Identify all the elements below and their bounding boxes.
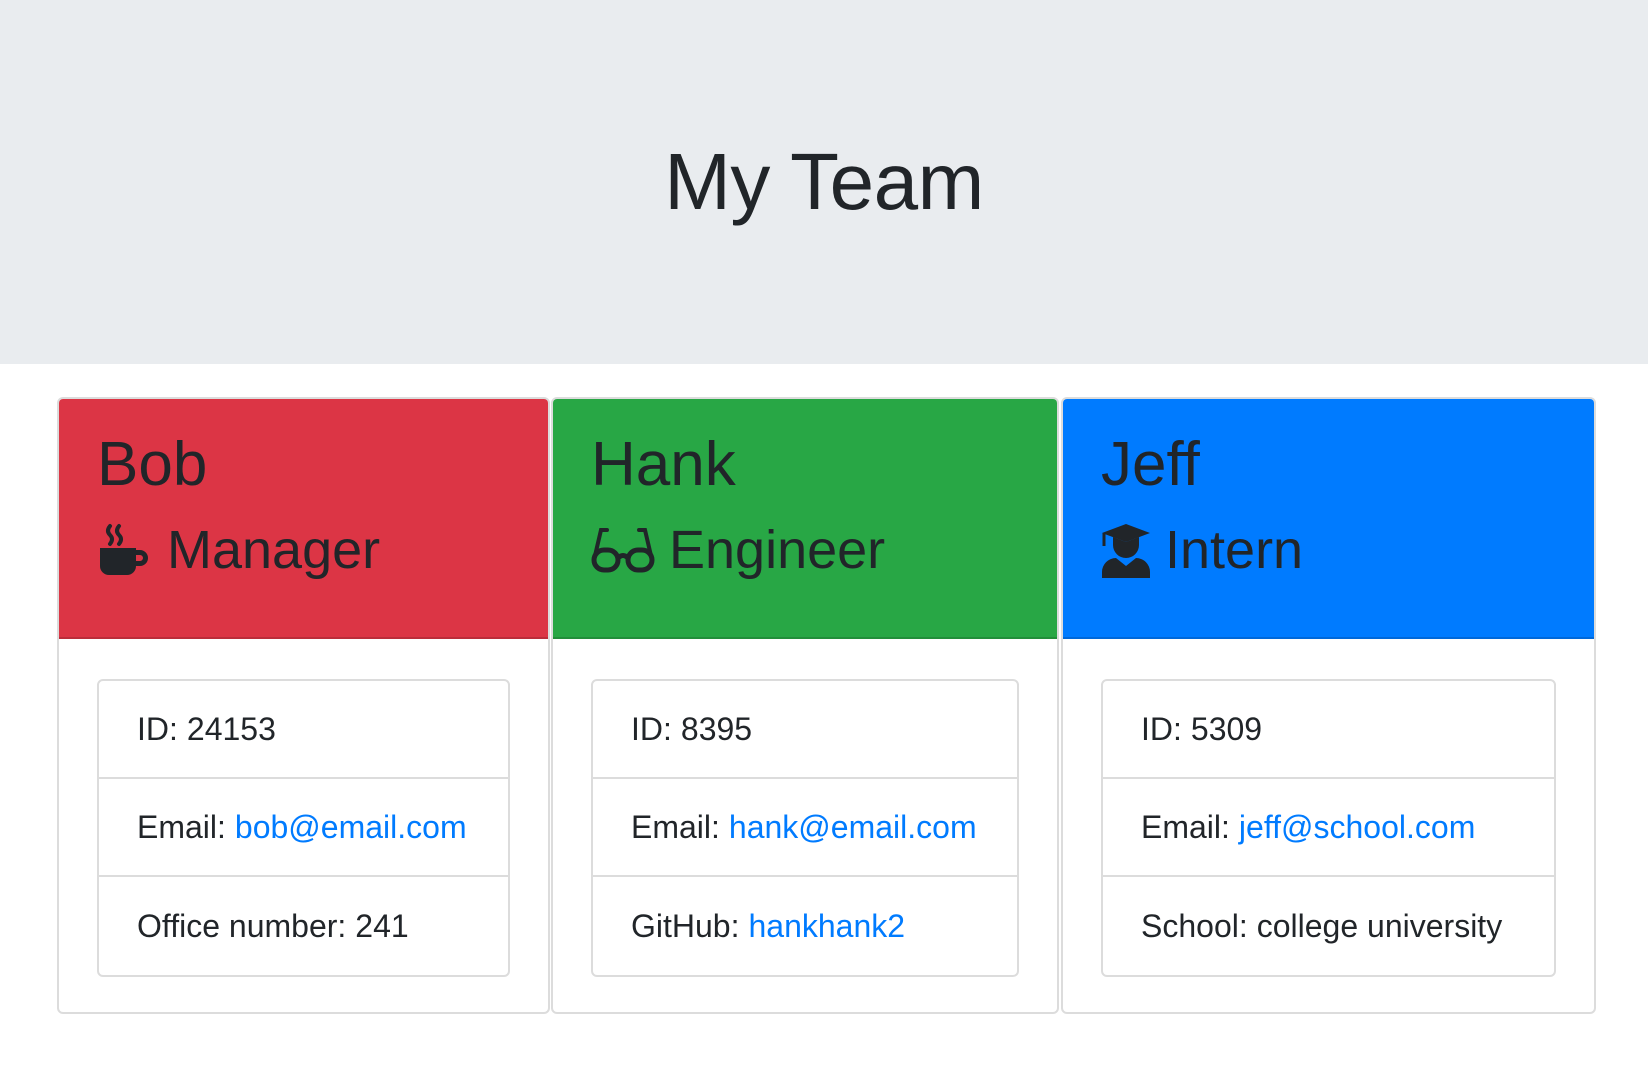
employee-role: Engineer [591,517,1019,583]
page-title: My Team [664,137,984,226]
card-header-manager: Bob Manager [59,399,548,639]
employee-role: Manager [97,517,510,583]
school-value: college university [1256,907,1503,944]
employee-details: ID: 8395 Email: hank@email.com GitHub: h… [591,679,1019,977]
school-label: School: [1141,907,1248,944]
email-link[interactable]: hank@email.com [729,809,977,846]
office-number-row: Office number: 241 [99,877,508,975]
employee-role-label: Engineer [669,520,886,580]
github-row: GitHub: hankhank2 [593,877,1017,975]
email-label: Email: [631,808,720,845]
employee-name: Hank [591,430,736,499]
employee-card-engineer: Hank Engineer ID: 8395 Email: hank@email… [551,397,1059,1014]
employee-name: Bob [97,430,208,499]
employee-role: Intern [1101,517,1556,583]
email-label: Email: [137,808,226,845]
office-number-label: Office number: [137,907,347,944]
employee-email-row: Email: hank@email.com [593,779,1017,877]
graduate-icon [1101,522,1165,578]
id-value: 24153 [186,710,276,747]
email-label: Email: [1141,808,1230,845]
employee-name: Jeff [1101,430,1200,499]
employee-role-label: Manager [167,520,381,580]
employee-id-row: ID: 8395 [593,681,1017,779]
id-label: ID: [137,710,178,747]
jumbotron-header: My Team [0,0,1648,364]
email-link[interactable]: bob@email.com [235,809,467,846]
employee-id-row: ID: 24153 [99,681,508,779]
school-row: School: college university [1103,877,1554,975]
id-label: ID: [631,710,672,747]
employee-card-manager: Bob Manager ID: 24153 Email: bob@email.c… [57,397,550,1014]
card-body-manager: ID: 24153 Email: bob@email.com Office nu… [59,639,548,977]
id-label: ID: [1141,710,1182,747]
card-body-intern: ID: 5309 Email: jeff@school.com School: … [1063,639,1594,977]
team-cards: Bob Manager ID: 24153 Email: bob@email.c… [0,364,1648,1074]
employee-role-label: Intern [1165,520,1304,580]
github-label: GitHub: [631,907,740,944]
id-value: 8395 [680,710,753,747]
employee-email-row: Email: bob@email.com [99,779,508,877]
employee-card-intern: Jeff Intern ID: 5309 Email: jeff@school.… [1061,397,1596,1014]
employee-email-row: Email: jeff@school.com [1103,779,1554,877]
card-body-engineer: ID: 8395 Email: hank@email.com GitHub: h… [553,639,1057,977]
mug-icon [97,522,167,578]
office-number-value: 241 [355,907,409,944]
id-value: 5309 [1190,710,1263,747]
github-link[interactable]: hankhank2 [748,908,905,945]
card-header-engineer: Hank Engineer [553,399,1057,639]
card-header-intern: Jeff Intern [1063,399,1594,639]
glasses-icon [591,522,669,578]
employee-id-row: ID: 5309 [1103,681,1554,779]
employee-details: ID: 24153 Email: bob@email.com Office nu… [97,679,510,977]
employee-details: ID: 5309 Email: jeff@school.com School: … [1101,679,1556,977]
email-link[interactable]: jeff@school.com [1239,809,1475,846]
